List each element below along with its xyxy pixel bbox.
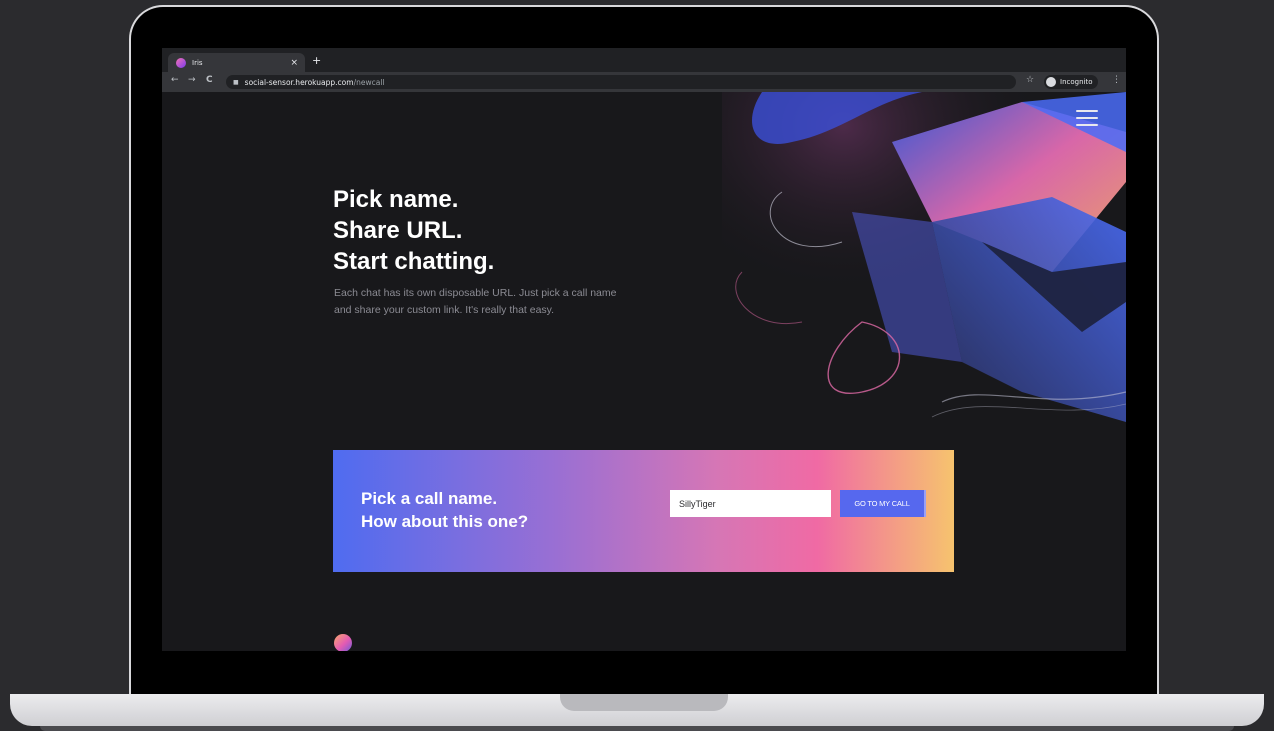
tab-favicon-icon	[176, 57, 186, 68]
go-to-call-button[interactable]: GO TO MY CALL	[840, 490, 926, 517]
reload-icon[interactable]: C	[206, 75, 213, 85]
cta-title: Pick a call name. How about this one?	[361, 487, 528, 533]
laptop-screen: Iris × + ← → C ■ social-sensor.herokuapp…	[162, 48, 1126, 651]
forward-arrow-icon[interactable]: →	[188, 75, 196, 85]
close-icon[interactable]: ×	[290, 58, 298, 68]
new-tab-button[interactable]: +	[312, 54, 321, 67]
browser-menu-icon[interactable]: ⋮	[1112, 75, 1121, 85]
star-icon[interactable]: ☆	[1026, 75, 1034, 85]
browser-tab-bar: Iris × +	[162, 48, 1126, 72]
call-name-panel: Pick a call name. How about this one? GO…	[333, 450, 954, 572]
incognito-icon	[1046, 77, 1056, 87]
cta-title-line: Pick a call name.	[361, 489, 498, 508]
laptop-shadow	[40, 726, 1234, 731]
browser-toolbar: ← → C ■ social-sensor.herokuapp.com /new…	[162, 72, 1126, 92]
hero-description: Each chat has its own disposable URL. Ju…	[334, 287, 617, 316]
abstract-artwork	[722, 92, 1126, 432]
back-arrow-icon[interactable]: ←	[171, 75, 179, 85]
hamburger-menu-icon[interactable]	[1076, 110, 1098, 126]
incognito-label: Incognito	[1060, 78, 1093, 86]
hamburger-bar	[1076, 110, 1098, 112]
url-path: /newcall	[353, 77, 385, 87]
iris-logo-icon	[334, 634, 352, 651]
page-content: Pick name. Share URL. Start chatting. Ea…	[162, 92, 1126, 651]
address-bar[interactable]: ■ social-sensor.herokuapp.com /newcall	[226, 75, 1016, 89]
lock-icon: ■	[233, 78, 239, 86]
hamburger-bar	[1076, 117, 1098, 119]
headline-line: Share URL.	[333, 217, 463, 244]
headline-line: Pick name.	[333, 186, 459, 213]
cta-title-line: How about this one?	[361, 512, 529, 531]
url-host: social-sensor.herokuapp.com	[244, 77, 354, 87]
call-name-input[interactable]	[670, 490, 831, 517]
tab-title: Iris	[192, 58, 203, 67]
incognito-badge[interactable]: Incognito	[1044, 75, 1099, 89]
laptop-notch	[560, 694, 728, 711]
page-title: Pick name. Share URL. Start chatting.	[333, 184, 494, 277]
browser-tab[interactable]: Iris ×	[168, 53, 305, 72]
hamburger-bar	[1076, 124, 1098, 126]
headline-line: Start chatting.	[333, 248, 495, 275]
